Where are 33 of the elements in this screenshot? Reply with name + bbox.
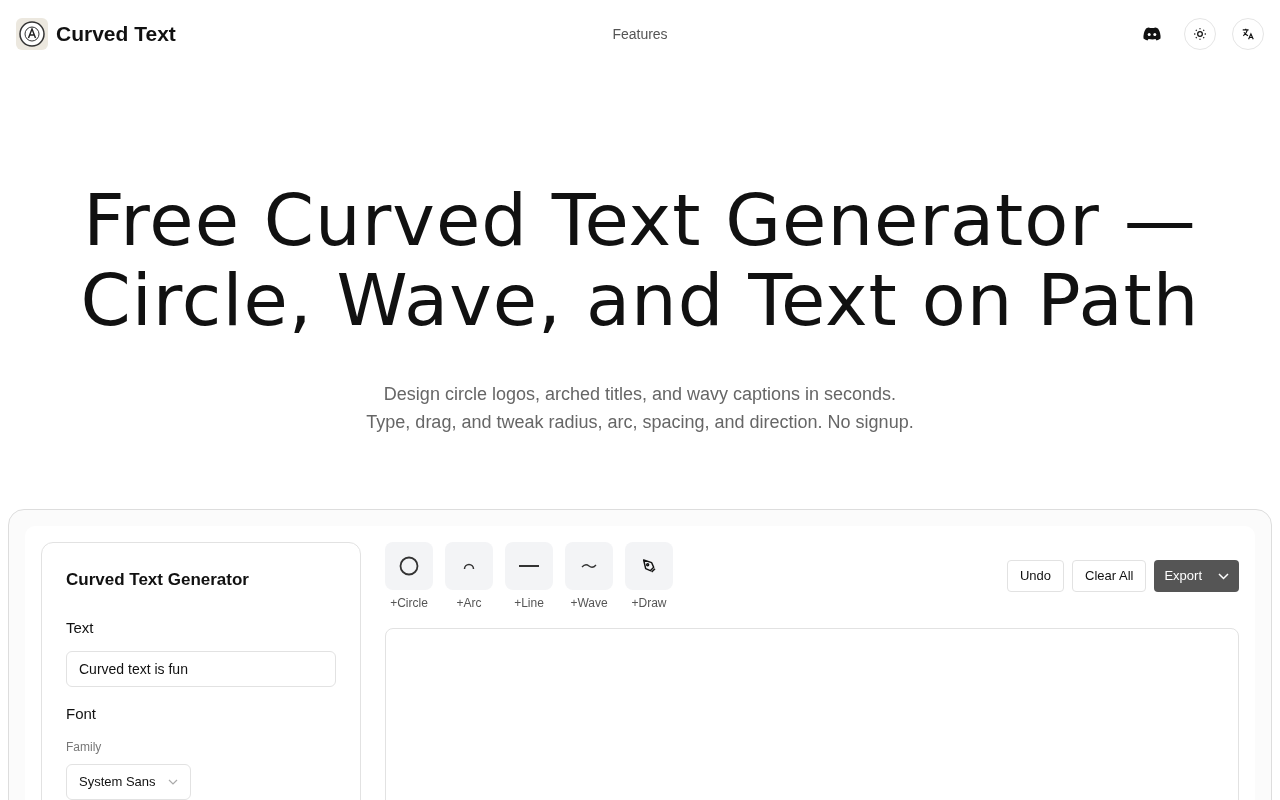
shape-tool-button[interactable] bbox=[385, 542, 433, 590]
translate-icon bbox=[1241, 27, 1255, 41]
circle-icon bbox=[399, 556, 419, 576]
wave-icon bbox=[581, 563, 597, 569]
hero-title: Free Curved Text Generator — bbox=[83, 180, 1197, 260]
hero-subtitle: Design circle logos, arched titles, and wavy captions in seconds. bbox=[383, 383, 897, 406]
logo-icon bbox=[16, 18, 48, 50]
pen-icon bbox=[641, 558, 657, 574]
font-family-select[interactable]: System Sans bbox=[66, 763, 191, 800]
field-label: Family bbox=[66, 738, 103, 756]
hero-subtitle: Type, drag, and tweak radius, arc, spacing, and direction. No signup. bbox=[366, 411, 914, 434]
chevron-down-icon bbox=[167, 778, 178, 785]
panel-title: Curved Text Generator bbox=[66, 569, 250, 591]
text-input[interactable]: Curved text is fun bbox=[66, 651, 336, 687]
line-icon bbox=[519, 565, 539, 567]
section-label: Font bbox=[66, 704, 97, 724]
tool-label: +Line bbox=[514, 595, 544, 612]
export-button[interactable]: Export bbox=[1154, 560, 1239, 592]
brand-name: Curved Text bbox=[56, 21, 176, 48]
arc-icon bbox=[463, 562, 475, 570]
nav-link[interactable]: Features bbox=[612, 24, 668, 44]
tool-label: +Arc bbox=[456, 595, 482, 612]
chevron-down-icon bbox=[1218, 572, 1229, 580]
field-label: Text bbox=[66, 617, 95, 638]
action-button[interactable]: Undo bbox=[1006, 560, 1064, 592]
tool-label: +Wave bbox=[570, 595, 608, 612]
action-button[interactable]: Clear All bbox=[1072, 560, 1147, 592]
tool-label: +Circle bbox=[390, 595, 428, 612]
hero-title: Circle, Wave, and Text on Path bbox=[80, 260, 1200, 340]
sun-icon bbox=[1193, 27, 1207, 41]
shape-tool-button[interactable] bbox=[625, 542, 673, 590]
discord-icon bbox=[1143, 27, 1161, 41]
tool-label: +Draw bbox=[631, 595, 667, 612]
